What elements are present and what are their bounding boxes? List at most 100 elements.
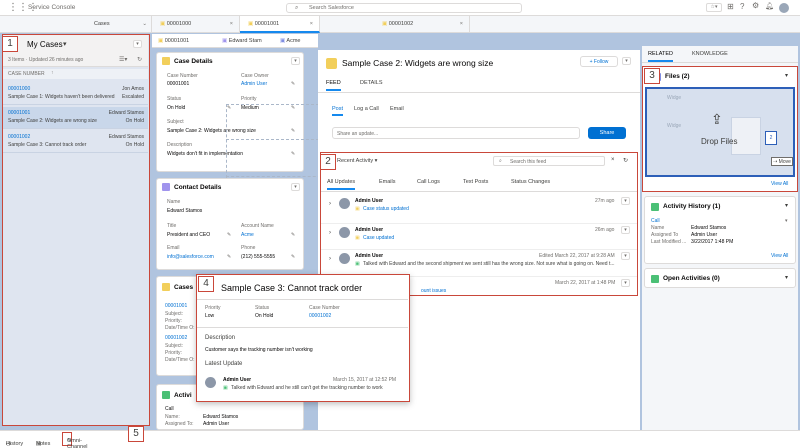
case-actions-menu[interactable]: ▾ [622,57,631,65]
callout-number-3: 3 [644,68,660,84]
callout-number-1: 1 [2,36,18,52]
pencil-icon[interactable]: ✎ [291,81,295,87]
column-header[interactable]: CASE NUMBER ↑ [3,69,148,79]
refresh-icon[interactable]: ↻ [623,157,628,164]
help-icon[interactable]: ? [740,2,744,11]
chevron-down-icon[interactable]: ▾ [785,202,788,209]
subtab-contact[interactable]: ▣ Edward Stam [222,38,262,44]
app-name: Service Console [28,4,76,11]
activity-view-all[interactable]: View All [771,253,788,259]
contact-details-card: Contact Details ▾ Name Edward Stamos Tit… [156,178,304,270]
chevron-down-icon[interactable]: ▾ [63,40,67,48]
guide-line [226,104,227,178]
notifications-icon[interactable]: 🔔︎ [765,2,774,10]
popover-title[interactable]: Sample Case 3: Cannot track order [221,283,362,293]
avatar [339,227,350,238]
feed-item-menu[interactable]: ▾ [621,252,630,260]
favorites-icon[interactable]: ☆▾ [706,3,722,12]
feed-filter-all[interactable]: All Updates [327,179,356,190]
tabs-divider [642,62,798,63]
file-thumbnail [731,117,761,155]
close-icon[interactable]: × [310,16,313,33]
share-button[interactable]: Share [588,127,626,139]
feed-search-input[interactable]: ⌕ Search this feed [493,156,605,166]
subtab-account[interactable]: ▣ Acme [280,38,300,44]
filter-divider [321,191,637,192]
tab-knowledge[interactable]: KNOWLEDGE [692,51,728,57]
files-view-all[interactable]: View All [771,181,788,187]
tab-details[interactable]: DETAILS [360,80,383,86]
file-drop-zone[interactable]: Widge Widge ⇪ Drop Files 2 ⇢ Move [645,87,795,177]
activity-icon [162,391,170,399]
avatar[interactable] [779,3,789,13]
feed-filter-text-posts[interactable]: Text Posts [463,179,488,185]
upload-icon: ⇪ [711,111,723,127]
case-icon [162,57,170,65]
feed-filter-call-logs[interactable]: Call Logs [417,179,440,185]
share-update-input[interactable]: Share an update... [332,127,580,139]
pencil-icon[interactable]: ✎ [227,105,231,111]
section-divider [197,327,408,328]
move-button[interactable]: ⇢ Move [771,157,793,166]
tab-related[interactable]: RELATED [648,51,673,62]
publisher-log-call[interactable]: Log a Call [354,106,379,112]
subtab-case[interactable]: ▣ 00001001 [158,38,189,44]
close-icon[interactable]: × [230,16,233,33]
avatar [339,198,350,209]
case-details-card: Case Details ▾ Case Number 00001001 Case… [156,52,304,172]
tab-00001001[interactable]: ▣ 00001001 × [240,16,320,33]
clear-icon[interactable]: × [611,157,615,163]
chevron-right-icon[interactable]: › [329,201,331,207]
callout-number-4: 4 [198,276,214,292]
chevron-right-icon[interactable]: › [329,256,331,262]
pencil-icon[interactable]: ✎ [291,105,295,111]
tab-00001000[interactable]: ▣ 00001000 × [152,16,240,33]
global-search-input[interactable]: ⌕ Search Salesforce [286,3,522,13]
callout-number-5: 5 [128,426,144,442]
tab-00001002[interactable]: ▣ 00001002 × [374,16,470,33]
pencil-icon[interactable]: ✎ [291,151,295,157]
list-item[interactable]: 00001001 Edward Stamos Sample Case 2: Wi… [3,107,148,129]
split-view-list: My Cases ▾ ▾ 3 Items · Updated 26 minute… [2,34,150,426]
chevron-right-icon[interactable]: › [329,230,331,236]
search-icon: ⌕ [499,158,502,164]
setup-gear-icon[interactable]: ⚙ [752,1,759,10]
pencil-icon[interactable]: ✎ [291,128,295,134]
list-header: My Cases ▾ ▾ 3 Items · Updated 26 minute… [3,35,148,67]
list-view-title[interactable]: My Cases [27,40,63,49]
list-view-controls[interactable]: ▾ [133,40,142,48]
feed-filter-emails[interactable]: Emails [379,179,396,185]
follow-button[interactable]: + Follow [580,56,618,67]
pencil-icon[interactable]: ✎ [227,254,231,260]
card-menu[interactable]: ▾ [291,183,300,191]
feed-filter-status-changes[interactable]: Status Changes [511,179,550,185]
add-icon[interactable]: ⊞ [727,2,734,11]
activity-icon [651,275,659,283]
chevron-down-icon[interactable]: ▾ [785,72,788,79]
case-icon: ▣ [160,21,167,27]
case-icon: ▣ [355,235,360,241]
close-icon[interactable]: × [460,16,463,33]
feed-item-menu[interactable]: ▾ [621,197,630,205]
tab-feed[interactable]: FEED [326,80,341,91]
display-as-icon[interactable]: ☰▾ [119,56,127,63]
tab-cases[interactable]: Cases ⌄ [86,16,152,33]
list-item[interactable]: 00001000 Jon Amos Sample Case 1: Widgets… [3,83,148,105]
chevron-down-icon[interactable]: ⌄ [142,16,147,33]
utility-bar: ◷ History ▤ Notes ✎ Omni-Channel (Beta) [0,430,800,448]
list-item[interactable]: 00001002 Edward Stamos Sample Case 3: Ca… [3,131,148,153]
feed-item-menu[interactable]: ▾ [621,279,630,287]
publisher-email[interactable]: Email [390,106,404,112]
refresh-icon[interactable]: ↻ [137,56,142,63]
feed-item-menu[interactable]: ▾ [621,226,630,234]
pencil-icon[interactable]: ✎ [227,232,231,238]
guide-line [226,176,326,177]
pencil-icon[interactable]: ✎ [291,254,295,260]
chevron-down-icon[interactable]: ▾ [785,274,788,281]
dropdown-icon[interactable]: ▾ [785,218,788,224]
feed-sort-dropdown[interactable]: Recent Activity ▾ [337,158,377,164]
card-menu[interactable]: ▾ [291,57,300,65]
pencil-icon[interactable]: ✎ [291,232,295,238]
utility-omni-channel[interactable]: ✎ Omni-Channel (Beta) [62,432,88,448]
publisher-post[interactable]: Post [332,106,344,116]
